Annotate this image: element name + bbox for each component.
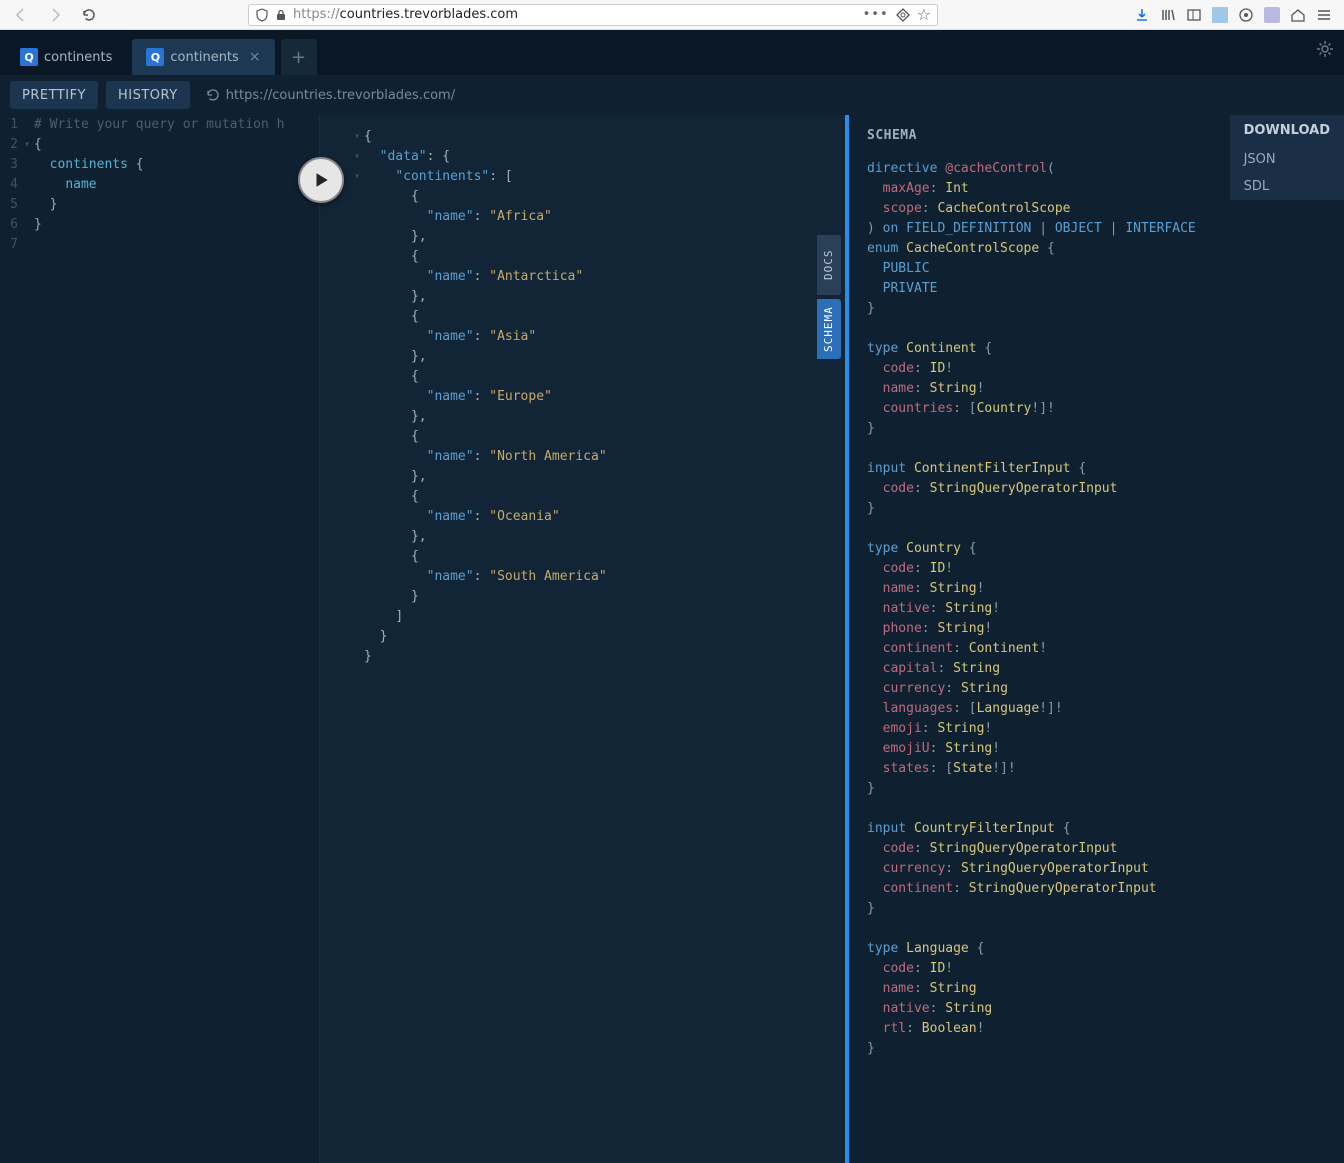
browser-toolbar: https://countries.trevorblades.com ••• ☆ <box>0 0 1344 30</box>
url-bar[interactable]: https://countries.trevorblades.com ••• ☆ <box>248 4 938 26</box>
nav-forward-button[interactable] <box>40 0 70 30</box>
download-menu: DOWNLOAD JSON SDL <box>1230 115 1344 200</box>
downloads-icon[interactable] <box>1134 7 1150 23</box>
hamburger-icon[interactable] <box>1316 7 1332 23</box>
page-actions-icon[interactable]: ••• <box>863 7 889 22</box>
reader-icon[interactable] <box>895 7 911 23</box>
query-icon: Q <box>20 48 38 66</box>
query-editor[interactable]: 1# Write your query or mutation h2▾{3 co… <box>0 115 320 1163</box>
schema-body[interactable]: directive @cacheControl( maxAge: Int sco… <box>849 155 1344 1083</box>
schema-panel: SCHEMA DOWNLOAD JSON SDL directive @cach… <box>849 115 1344 1163</box>
schema-tab[interactable]: SCHEMA <box>817 299 841 359</box>
ext-icon-3[interactable] <box>1264 7 1280 23</box>
settings-button[interactable] <box>1316 40 1334 58</box>
history-button[interactable]: HISTORY <box>106 81 190 109</box>
bookmark-icon[interactable]: ☆ <box>917 5 931 24</box>
lock-icon <box>275 9 287 21</box>
nav-back-button[interactable] <box>6 0 36 30</box>
docs-tab[interactable]: DOCS <box>817 235 841 295</box>
response-panel: DOCS SCHEMA ▾{▾ "data": {▾ "continents":… <box>320 115 849 1163</box>
execute-button[interactable] <box>298 157 344 203</box>
close-icon[interactable]: × <box>245 49 261 65</box>
home-icon[interactable] <box>1290 7 1306 23</box>
new-tab-button[interactable]: + <box>281 39 317 75</box>
tab-0[interactable]: Q continents <box>6 39 126 75</box>
ext-icon-2[interactable] <box>1238 7 1254 23</box>
playground-toolbar: PRETTIFY HISTORY https://countries.trevo… <box>0 75 1344 115</box>
sidebar-icon[interactable] <box>1186 7 1202 23</box>
download-json[interactable]: JSON <box>1230 146 1344 173</box>
endpoint-input[interactable]: https://countries.trevorblades.com/ <box>198 81 698 109</box>
download-sdl[interactable]: SDL <box>1230 173 1344 200</box>
download-header[interactable]: DOWNLOAD <box>1230 115 1344 146</box>
workspace: 1# Write your query or mutation h2▾{3 co… <box>0 115 1344 1163</box>
shield-icon <box>255 8 269 22</box>
tab-1[interactable]: Q continents × <box>132 39 274 75</box>
url-text: https://countries.trevorblades.com <box>293 7 518 22</box>
reload-button[interactable] <box>74 0 104 30</box>
library-icon[interactable] <box>1160 7 1176 23</box>
tab-label: continents <box>170 50 238 65</box>
tabs-row: Q continents Q continents × + <box>0 30 1344 75</box>
prettify-button[interactable]: PRETTIFY <box>10 81 98 109</box>
ext-icon-1[interactable] <box>1212 7 1228 23</box>
tab-label: continents <box>44 50 112 65</box>
query-icon: Q <box>146 48 164 66</box>
endpoint-text: https://countries.trevorblades.com/ <box>226 88 455 103</box>
graphql-playground: Q continents Q continents × + PRETTIFY H… <box>0 30 1344 1163</box>
